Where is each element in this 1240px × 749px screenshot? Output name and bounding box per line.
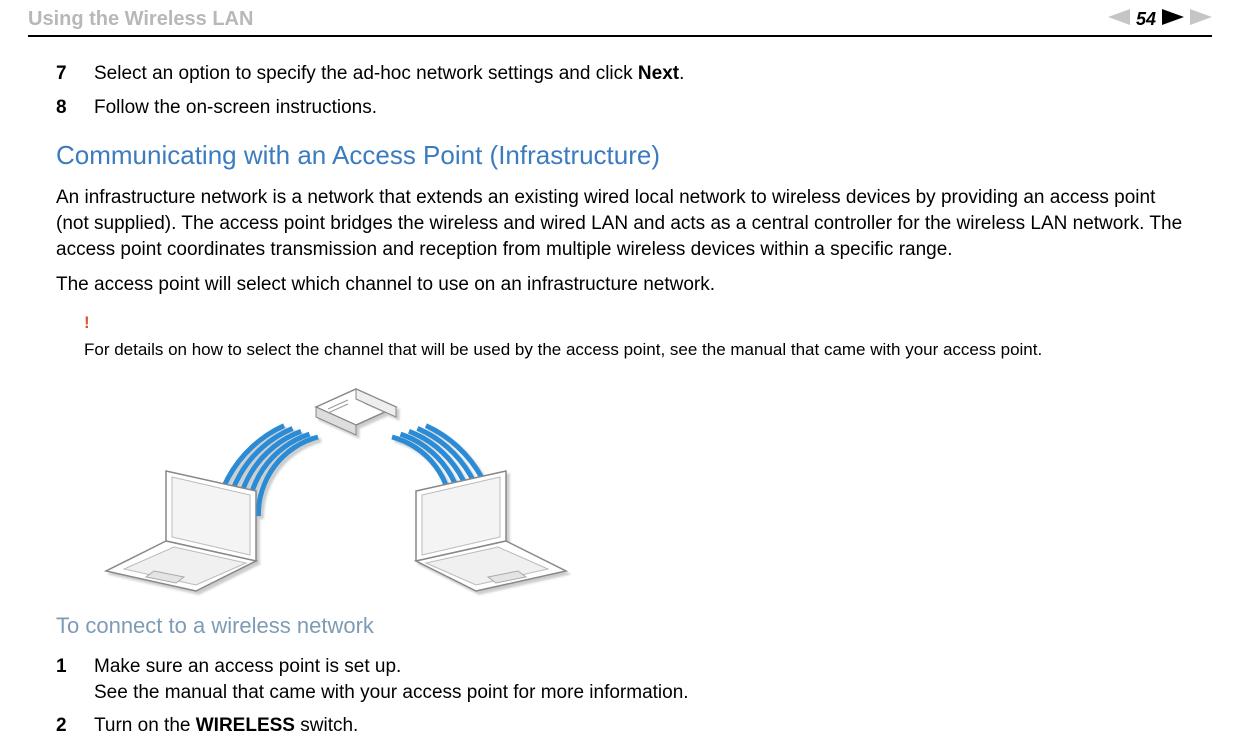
paragraph-2: The access point will select which chann…	[56, 272, 1184, 298]
header-divider	[28, 35, 1212, 37]
step-text: Turn on the WIRELESS switch.	[94, 713, 358, 739]
section-heading: Communicating with an Access Point (Infr…	[56, 138, 1184, 173]
warning-text: For details on how to select the channel…	[84, 340, 1042, 359]
step-number: 2	[56, 713, 94, 739]
step-bold-word: WIRELESS	[196, 715, 295, 736]
step-2: 2 Turn on the WIRELESS switch.	[56, 713, 1184, 739]
step-line-2: See the manual that came with your acces…	[94, 680, 689, 706]
document-page: Using the Wireless LAN 54 7 Select an op…	[0, 0, 1240, 749]
step-text-before: Turn on the	[94, 715, 196, 736]
step-text: Follow the on-screen instructions.	[94, 95, 377, 121]
diagram-svg	[76, 381, 596, 601]
page-header: Using the Wireless LAN 54	[28, 0, 1212, 35]
step-7: 7 Select an option to specify the ad-hoc…	[56, 61, 1184, 87]
step-number: 7	[56, 61, 94, 87]
step-text-before: Follow the on-screen instructions.	[94, 97, 377, 118]
header-title: Using the Wireless LAN	[28, 8, 253, 31]
step-line-1: Make sure an access point is set up.	[94, 654, 689, 680]
sub-heading: To connect to a wireless network	[56, 611, 1184, 641]
step-text: Select an option to specify the ad-hoc n…	[94, 61, 684, 87]
step-text-after: switch.	[295, 715, 358, 736]
step-text-after: .	[679, 63, 684, 84]
infrastructure-diagram	[76, 381, 596, 601]
page-content: 7 Select an option to specify the ad-hoc…	[28, 61, 1212, 739]
step-bold-word: Next	[638, 63, 679, 84]
next-page-skip-icon[interactable]	[1190, 9, 1212, 30]
laptop-left-icon	[106, 471, 256, 591]
step-number: 8	[56, 95, 94, 121]
paragraph-1: An infrastructure network is a network t…	[56, 185, 1184, 262]
step-number: 1	[56, 654, 94, 705]
page-number: 54	[1136, 9, 1156, 30]
step-1: 1 Make sure an access point is set up. S…	[56, 654, 1184, 705]
warning-icon: !	[84, 312, 1184, 335]
step-text: Make sure an access point is set up. See…	[94, 654, 689, 705]
step-8: 8 Follow the on-screen instructions.	[56, 95, 1184, 121]
next-page-icon[interactable]	[1162, 9, 1184, 30]
step-text-before: Select an option to specify the ad-hoc n…	[94, 63, 638, 84]
prev-page-icon[interactable]	[1108, 9, 1130, 30]
laptop-right-icon	[416, 471, 566, 591]
warning-note: ! For details on how to select the chann…	[84, 312, 1184, 363]
page-navigation: 54	[1108, 9, 1212, 30]
